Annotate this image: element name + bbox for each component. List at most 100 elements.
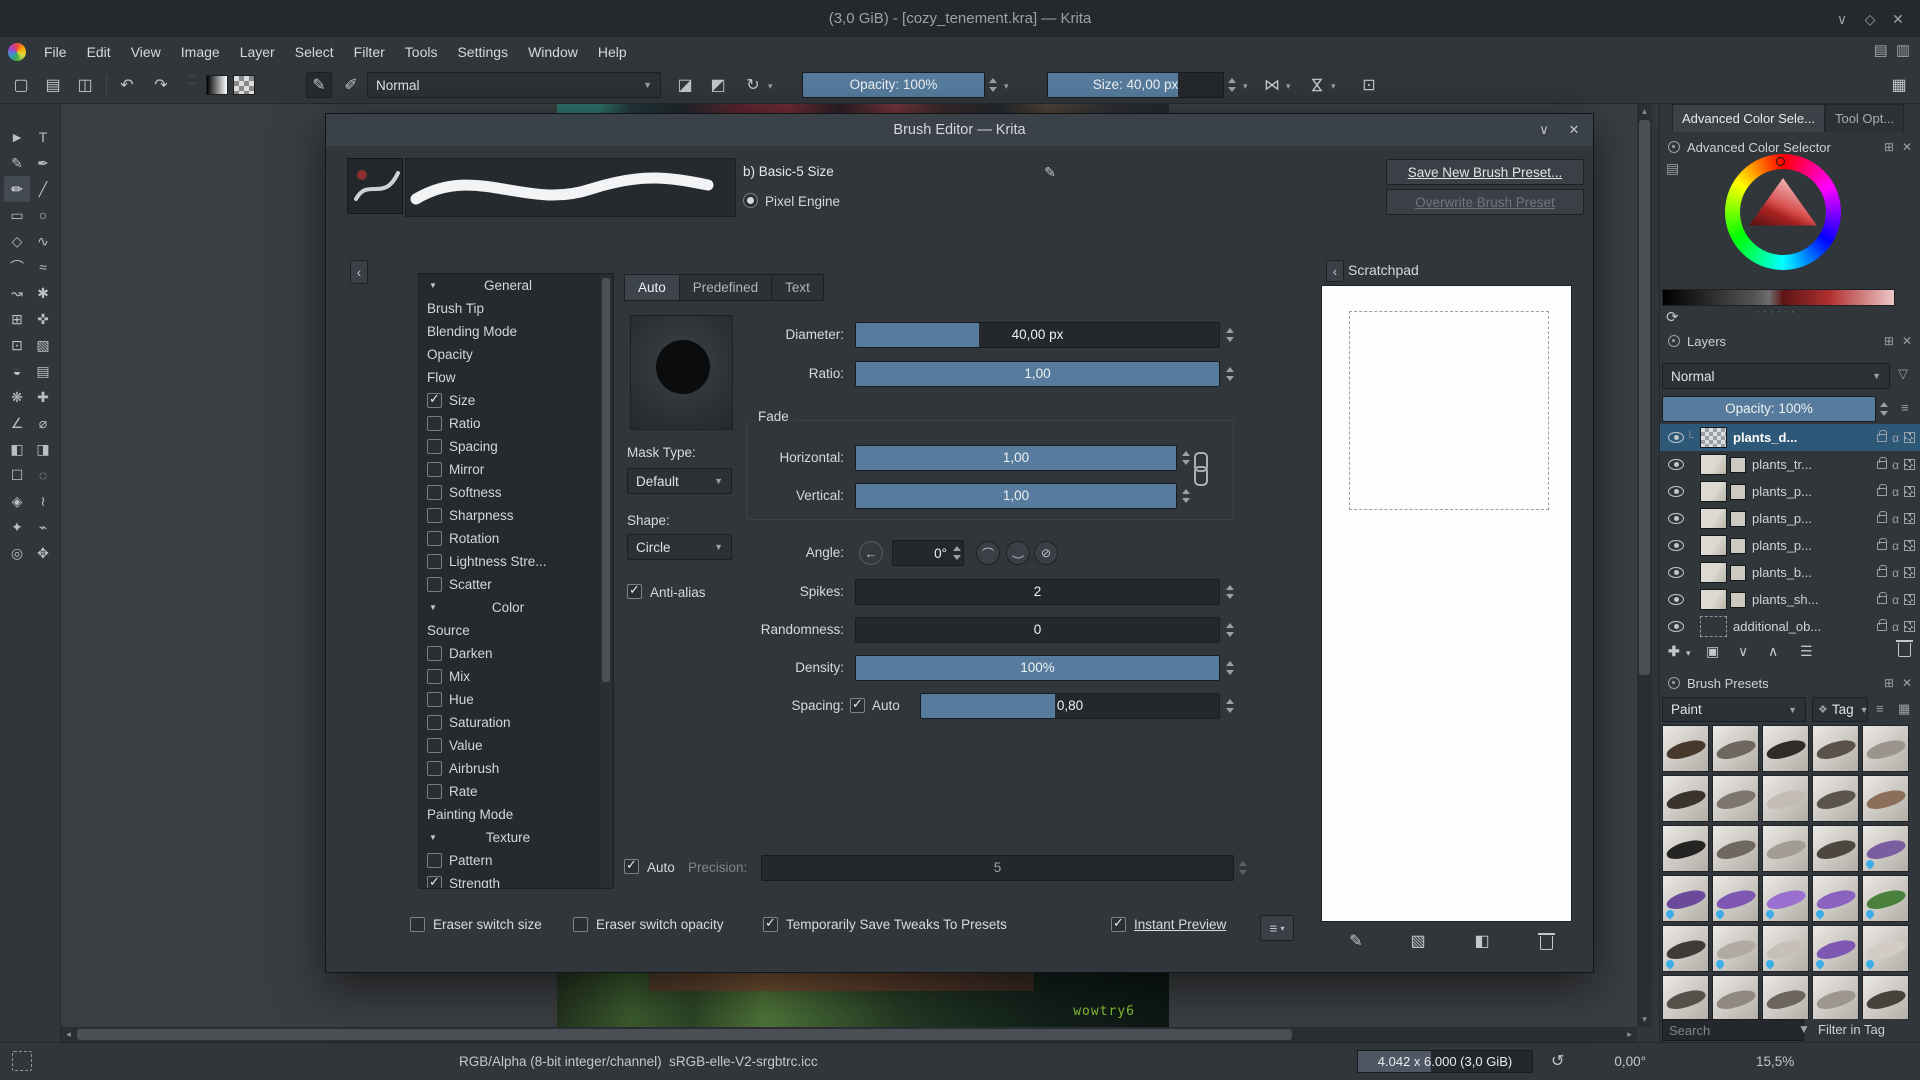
option-checkbox[interactable] [427,692,442,707]
option-checkbox[interactable] [427,462,442,477]
layer-row[interactable]: └ plants_p... α [1660,478,1920,505]
precision-auto-checkbox[interactable] [624,857,639,874]
menu-item[interactable]: View [121,40,171,64]
blending-mode-select[interactable]: Normal ▼ [367,72,661,98]
docker-tab[interactable]: Advanced Color Sele... [1672,104,1825,132]
measure-tool[interactable]: ⌀ [30,410,56,436]
lock-icon[interactable] [1877,510,1888,523]
brush-option-item[interactable]: ▼ Lightness Stre... [419,550,613,573]
opacity-spin[interactable] [986,72,1000,98]
save-document-icon[interactable]: ◫ [72,72,98,98]
brush-preset[interactable] [1712,725,1759,772]
brush-option-item[interactable]: ▼ Rate [419,780,613,803]
alpha-lock-icon[interactable]: α [1892,485,1899,499]
layer-row[interactable]: └ plants_b... α [1660,559,1920,586]
brush-option-item[interactable]: ▼ Mix [419,665,613,688]
freehand-brush-tool[interactable]: ✏ [4,176,30,202]
layer-opacity-spin[interactable] [1877,396,1891,422]
brush-preset[interactable] [1812,975,1859,1019]
brush-option-item[interactable]: ▼ Strength [419,872,613,888]
choose-workspace-icon[interactable]: ▦ [1886,72,1912,98]
close-docker-icon[interactable]: ✕ [1902,334,1912,348]
vertical-mirror-icon[interactable]: ⋈ [1304,72,1330,98]
brush-option-item[interactable]: ▼ Mirror [419,458,613,481]
brush-preset[interactable] [1662,725,1709,772]
mask-type-select[interactable]: Default ▼ [627,468,732,494]
brush-option-item[interactable]: ▼ Darken [419,642,613,665]
brush-option-item[interactable]: ▼ Source [419,619,613,642]
brush-option-item[interactable]: ▼ Softness [419,481,613,504]
option-checkbox[interactable] [427,577,442,592]
option-checkbox[interactable] [427,391,442,408]
gradient-tool[interactable]: ▧ [30,332,56,358]
dialog-titlebar[interactable]: Brush Editor — Krita ∨ ✕ [326,114,1593,146]
option-checkbox[interactable] [427,508,442,523]
toolbar-handle[interactable]: ⁚⁚ [188,74,196,95]
visibility-icon[interactable] [1668,540,1684,551]
layer-row[interactable]: └ additional_ob... α [1660,613,1920,638]
alpha-lock-icon[interactable]: α [1892,620,1899,634]
freehand-select-tool[interactable]: ≀ [30,488,56,514]
horizontal-scrollbar[interactable]: ◂ ▸ [61,1027,1637,1042]
visibility-icon[interactable] [1668,459,1684,470]
move-tool[interactable]: ✜ [30,306,56,332]
brush-preset[interactable] [1662,925,1709,972]
horizontal-scroll-thumb[interactable] [77,1029,1292,1040]
scroll-left-icon[interactable]: ◂ [61,1027,76,1042]
option-checkbox[interactable] [427,554,442,569]
wrap-around-icon[interactable]: ⊡ [1356,72,1382,98]
brush-option-item[interactable]: ▼ Flow [419,366,613,389]
open-document-icon[interactable]: ▤ [40,72,66,98]
chevron-down-icon[interactable]: ▾ [1004,81,1009,92]
brush-option-item[interactable]: ▼ Hue [419,688,613,711]
brush-preset[interactable] [1662,775,1709,822]
inherit-alpha-icon[interactable] [1904,513,1915,524]
brush-preset[interactable] [1762,775,1809,822]
visibility-icon[interactable] [1668,567,1684,578]
brush-preset[interactable] [1812,925,1859,972]
zoom-tool[interactable]: ◎ [4,540,30,566]
brush-preset[interactable] [1862,825,1909,872]
similar-select-tool[interactable]: ✦ [4,514,30,540]
layer-properties-button[interactable]: ☰ [1800,643,1813,660]
brush-preset[interactable] [1712,975,1759,1019]
brush-preset[interactable] [1762,875,1809,922]
color-sampler-tool[interactable]: ◒ [4,358,30,384]
visibility-icon[interactable] [1668,513,1684,524]
maximize-icon[interactable]: ◇ [1858,7,1882,31]
brush-option-item[interactable]: ▼ Texture [419,826,613,849]
move-layer-up-button[interactable]: ∧ [1768,643,1778,660]
ellipse-select-tool[interactable]: ◌ [30,462,56,488]
tag-tool-button[interactable]: ❖ Tag ▼ [1812,697,1869,722]
brush-preset[interactable] [1862,875,1909,922]
brush-preset[interactable] [1762,925,1809,972]
layer-row[interactable]: └ plants_tr... α [1660,451,1920,478]
close-docker-icon[interactable]: ✕ [1902,676,1912,690]
precision-slider[interactable]: 5 [761,855,1234,881]
brush-preset[interactable] [1862,975,1909,1019]
freehand-path-tool[interactable]: ≈ [30,254,56,280]
brush-option-item[interactable]: ▼ Size [419,389,613,412]
menu-item[interactable]: Tools [395,40,448,64]
fade-soft-icon[interactable]: ⌒ [976,541,1000,565]
shade-dialog-icon[interactable]: ∨ [1531,118,1557,142]
brush-preset[interactable] [1762,825,1809,872]
brush-option-item[interactable]: ▼ Pattern [419,849,613,872]
move-layer-down-button[interactable]: ∨ [1738,643,1748,660]
layer-row[interactable]: └ plants_p... α [1660,505,1920,532]
brush-preset[interactable] [1712,825,1759,872]
layer-row[interactable]: └ plants_d... α [1660,424,1920,451]
randomness-spin[interactable] [1223,617,1237,643]
choose-brush-preset-icon[interactable]: ✐ [338,72,364,98]
brush-preset[interactable] [1862,775,1909,822]
collapse-scratchpad-button[interactable]: ‹ [1326,260,1344,282]
opacity-slider[interactable]: Opacity: 100% [802,72,985,98]
visibility-icon[interactable] [1668,621,1684,632]
brush-option-item[interactable]: ▼ General [419,274,613,297]
filter-in-tag-label[interactable]: Filter in Tag [1818,1022,1885,1037]
inherit-alpha-icon[interactable] [1904,594,1915,605]
brush-preset[interactable] [1762,725,1809,772]
text-tool[interactable]: T [30,124,56,150]
brush-option-item[interactable]: ▼ Painting Mode [419,803,613,826]
lock-icon[interactable] [1877,429,1888,442]
